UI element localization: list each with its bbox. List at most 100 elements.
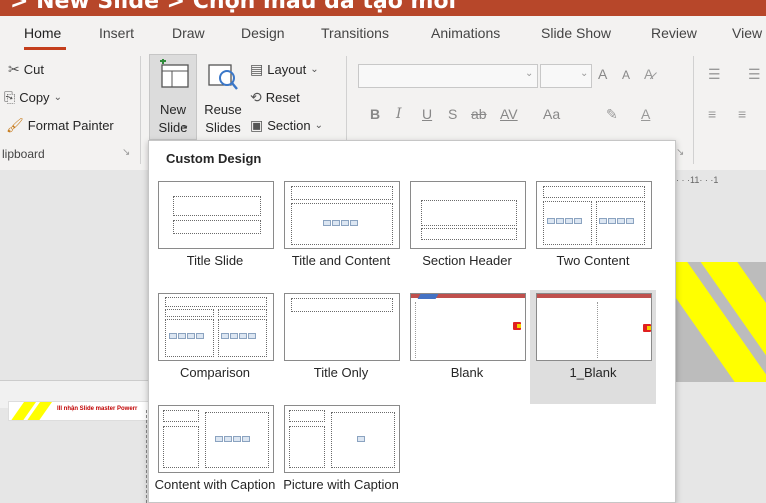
slide-thumbnail[interactable]: III nhận Slide master Powerr [8,401,150,421]
layout-picture-with-caption[interactable]: Picture with Caption [278,405,404,503]
title-placeholder [543,186,645,198]
section-button[interactable]: ▣ Section ⌄ [250,117,323,134]
layout-thumbnail [158,405,274,473]
title-placeholder [289,410,325,422]
title-placeholder [291,186,393,200]
strikethrough-button[interactable]: ab [471,106,487,122]
layout-title-slide[interactable]: Title Slide [152,181,278,292]
tab-insert[interactable]: Insert [99,25,134,41]
header-bar [537,294,651,298]
caption-placeholder [289,426,325,468]
increase-font-size-button[interactable]: A [598,66,607,82]
tab-home[interactable]: Home [24,25,61,41]
underline-button[interactable]: U [422,106,432,122]
instruction-banner: > New Slide > Chọn mẫu đã tạo mới [0,0,766,16]
dotted-guide [415,302,418,358]
bullets-icon[interactable]: ☰ [708,66,721,83]
reset-label: Reset [265,90,300,105]
layout-two-content[interactable]: Two Content [530,181,656,292]
section-icon: ▣ [250,117,264,133]
chevron-down-icon: ⌄ [314,120,323,131]
decrease-font-size-button[interactable]: A [622,68,630,82]
character-spacing-button[interactable]: AV [500,106,518,122]
new-slide-chevron-icon: ⌄ [181,120,190,131]
italic-button[interactable]: I [396,106,402,122]
align-left-icon[interactable]: ≡ [708,106,716,122]
cut-label: Cut [23,62,44,77]
layout-thumbnail [410,181,526,249]
content-icons [215,434,251,443]
group-divider [140,56,141,164]
layout-content-with-caption[interactable]: Content with Caption [152,405,278,503]
copy-button[interactable]: ⎘ Copy ⌄ [4,89,62,106]
content-icons [221,331,257,340]
new-slide-label-line1: New [159,102,186,117]
tab-transitions[interactable]: Transitions [321,25,389,41]
layout-thumbnail [284,293,400,361]
reset-icon: ⟲ [250,89,262,105]
scissors-icon: ✂ [8,61,20,77]
horizontal-ruler: · · ·11· · ·1 [676,175,719,185]
layout-label: Comparison [179,365,251,380]
numbering-icon[interactable]: ☰ [748,66,761,83]
subtitle-placeholder [173,220,261,234]
header-mark [417,294,439,299]
layout-button[interactable]: ▤ Layout ⌄ [250,61,319,78]
gallery-section-title: Custom Design [166,151,262,166]
thumbnail-title: III nhận Slide master Powerr [57,406,138,412]
font-color-icon[interactable]: A [641,106,650,122]
layout-label: Title Slide [186,253,244,268]
paintbrush-icon: 🖌 [6,117,24,133]
bold-button[interactable]: B [370,106,380,122]
tab-design[interactable]: Design [241,25,285,41]
content-icons [547,216,583,225]
layout-thumbnail [158,293,274,361]
tab-review[interactable]: Review [651,25,697,41]
shadow-button[interactable]: S [448,106,457,122]
text-placeholder [421,228,517,240]
reuse-slides-label-line2: Slides [205,120,241,135]
align-center-icon[interactable]: ≡ [738,106,746,122]
format-painter-button[interactable]: 🖌 Format Painter [6,117,114,134]
dialog-launcher-icon[interactable]: ↘ [122,147,130,158]
font-name-combobox[interactable] [358,64,538,88]
layout-comparison[interactable]: Comparison [152,293,278,404]
layout-label: Layout [267,62,307,77]
title-placeholder [163,410,199,422]
layout-title-only[interactable]: Title Only [278,293,404,404]
cut-button[interactable]: ✂ Cut [8,61,44,78]
layout-thumbnail [158,181,274,249]
slide-canvas-preview[interactable] [676,262,766,382]
chevron-down-icon[interactable]: ⌄ [525,68,533,79]
change-case-button[interactable]: Aa [543,106,560,122]
format-painter-label: Format Painter [27,118,114,133]
tab-slide-show[interactable]: Slide Show [541,25,611,41]
highlight-color-icon[interactable]: ✎ [606,106,618,123]
layout-title-and-content[interactable]: Title and Content [278,181,404,292]
reuse-slides-icon [208,64,238,90]
clear-formatting-icon[interactable]: A̷ [644,66,653,82]
dialog-launcher-icon[interactable]: ↘ [676,147,684,158]
content-icons [599,216,635,225]
new-slide-icon [160,59,189,88]
layout-label: Content with Caption [154,477,276,492]
chevron-down-icon: ⌄ [310,64,319,75]
section-label: Section [267,118,311,133]
layout-gallery: Custom Design Title Slide Title and Cont… [148,140,676,503]
layout-thumbnail [410,293,526,361]
layout-section-header[interactable]: Section Header [404,181,530,292]
logo-icon [513,322,521,330]
reuse-slides-button[interactable]: Reuse Slides [200,54,244,140]
group-divider [693,56,694,164]
layout-thumbnail [284,181,400,249]
banner-text: > New Slide > Chọn mẫu đã tạo mới [10,0,457,14]
tab-view[interactable]: View [732,25,762,41]
chevron-down-icon[interactable]: ⌄ [580,68,588,79]
layout-blank[interactable]: Blank [404,293,530,404]
reset-button[interactable]: ⟲ Reset [250,89,300,106]
new-slide-button[interactable]: New Slide [149,54,197,140]
layout-1-blank[interactable]: 1_Blank [530,290,656,404]
tab-draw[interactable]: Draw [172,25,205,41]
active-tab-indicator [24,47,66,50]
tab-animations[interactable]: Animations [431,25,500,41]
